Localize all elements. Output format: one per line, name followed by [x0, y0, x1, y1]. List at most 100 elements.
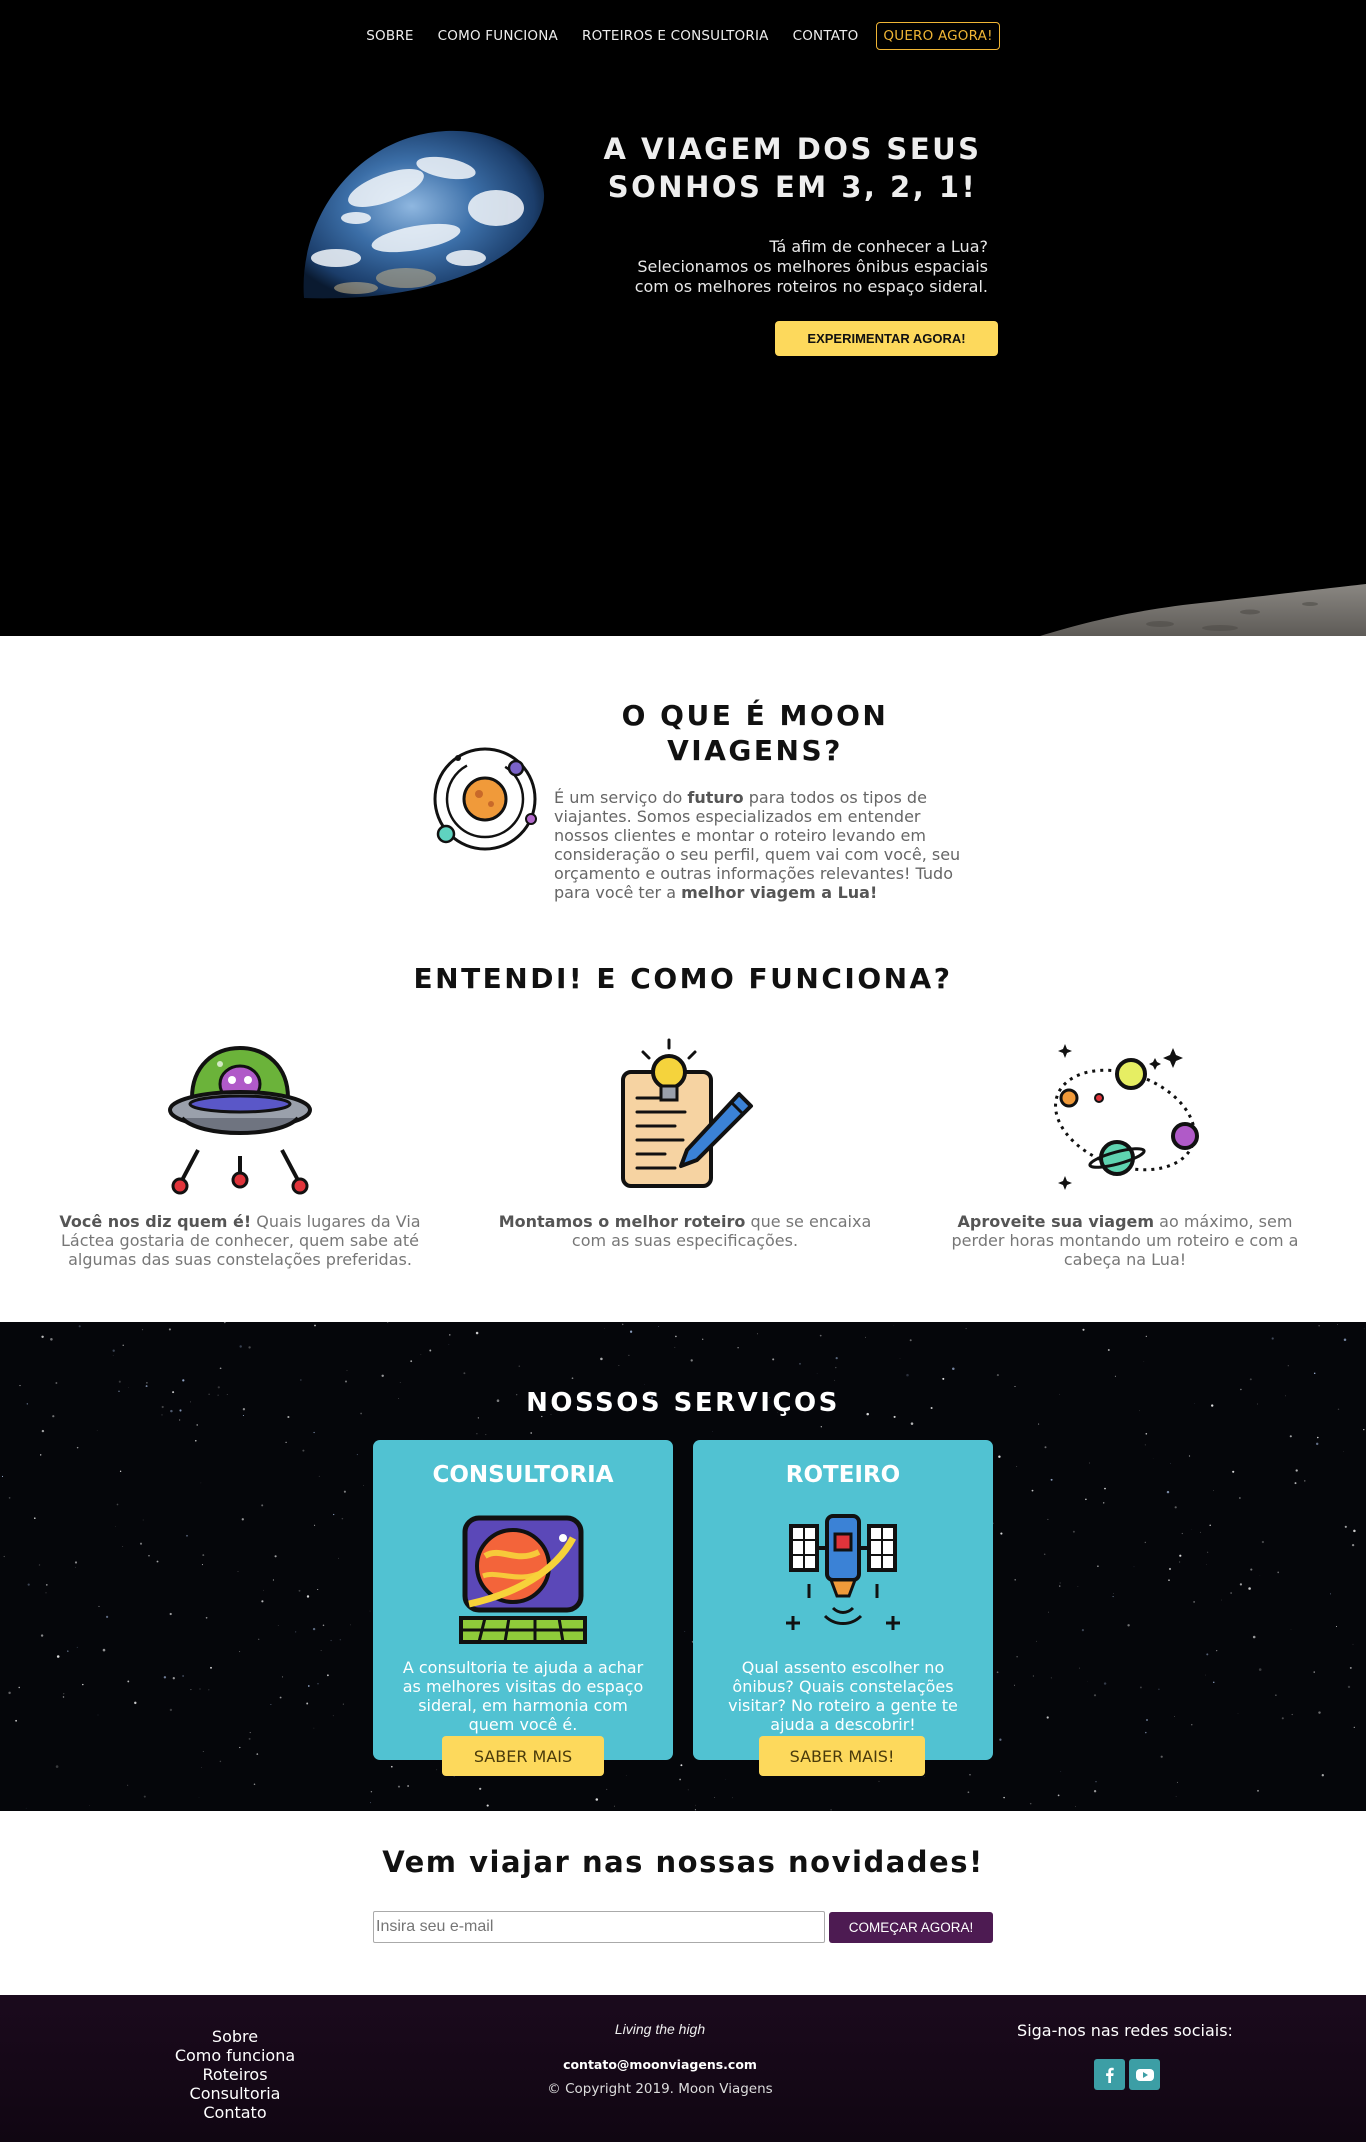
star	[429, 1349, 432, 1352]
ufo-alien-icon	[168, 1045, 312, 1195]
star	[967, 1791, 970, 1794]
step-3-text: Aproveite sua viagem ao máximo, sem perd…	[930, 1212, 1320, 1269]
footer-link-roteiros[interactable]: Roteiros	[135, 2065, 335, 2084]
nav-link-sobre[interactable]: SOBRE	[366, 28, 413, 44]
earth-image	[303, 130, 545, 299]
star	[1294, 1482, 1297, 1485]
star	[1258, 1668, 1262, 1671]
nav-cta-button[interactable]: QUERO AGORA!	[876, 22, 1000, 50]
comecar-agora-button[interactable]: COMEÇAR AGORA!	[829, 1912, 993, 1943]
star	[8, 1691, 11, 1695]
star	[969, 1774, 971, 1776]
star	[1113, 1593, 1114, 1594]
star	[1072, 1530, 1075, 1533]
star	[156, 1560, 159, 1563]
star	[1095, 1781, 1097, 1783]
star	[15, 1719, 17, 1722]
star	[182, 1675, 184, 1677]
star	[341, 1517, 344, 1520]
star	[1158, 1688, 1160, 1691]
card-title: ROTEIRO	[785, 1462, 901, 1488]
about-title-line1: O QUE É MOON	[621, 699, 889, 732]
star	[1097, 1565, 1099, 1568]
star	[239, 1746, 241, 1749]
star	[1085, 1498, 1087, 1501]
star	[1291, 1713, 1293, 1716]
saber-mais-roteiro-button[interactable]: SABER MAIS!	[759, 1736, 925, 1776]
experimentar-button[interactable]: EXPERIMENTAR AGORA!	[775, 321, 998, 356]
planets-orbit-icon	[1054, 1044, 1199, 1190]
star	[50, 1338, 53, 1341]
star	[202, 1554, 205, 1557]
star	[1032, 1675, 1035, 1677]
star	[1031, 1489, 1034, 1492]
star	[687, 1789, 689, 1791]
saber-mais-consultoria-button[interactable]: SABER MAIS	[442, 1736, 604, 1776]
star	[1318, 1325, 1320, 1327]
star	[1257, 1789, 1259, 1792]
facebook-link[interactable]	[1094, 2059, 1125, 2090]
star	[343, 1490, 346, 1493]
star	[239, 1651, 241, 1653]
star	[1093, 1694, 1097, 1697]
star	[621, 1323, 624, 1326]
nav-link-contato[interactable]: CONTATO	[793, 28, 859, 44]
star	[261, 1504, 264, 1507]
footer-link-como-funciona[interactable]: Como funciona	[135, 2046, 335, 2065]
star	[195, 1440, 197, 1442]
newsletter-title: Vem viajar nas nossas novidades!	[382, 1845, 984, 1879]
footer-link-contato[interactable]: Contato	[135, 2103, 335, 2122]
nav-link-como-funciona[interactable]: COMO FUNCIONA	[438, 28, 558, 44]
star	[680, 1764, 683, 1767]
star	[27, 1583, 30, 1586]
star	[55, 1765, 59, 1768]
about-text-bold-melhor-viagem: melhor viagem a Lua!	[681, 883, 878, 902]
star	[1166, 1490, 1170, 1494]
footer-link-sobre[interactable]: Sobre	[135, 2027, 335, 2046]
hero-text-line3: com os melhores roteiros no espaço sider…	[634, 277, 988, 296]
star	[102, 1648, 106, 1652]
star	[606, 1788, 608, 1790]
footer-link-consultoria[interactable]: Consultoria	[135, 2084, 335, 2103]
star	[76, 1646, 78, 1648]
star	[198, 1797, 200, 1798]
email-input[interactable]	[373, 1911, 825, 1943]
star	[190, 1689, 192, 1691]
youtube-link[interactable]	[1129, 2059, 1160, 2090]
star	[1174, 1716, 1175, 1717]
star	[186, 1534, 188, 1537]
star	[1230, 1592, 1232, 1594]
star	[146, 1382, 148, 1384]
star	[272, 1579, 274, 1581]
star	[1193, 1601, 1195, 1603]
star	[168, 1328, 171, 1331]
star	[1047, 1518, 1049, 1520]
star	[142, 1329, 144, 1331]
star	[219, 1760, 222, 1763]
star	[1114, 1375, 1116, 1377]
star	[449, 1334, 451, 1336]
star	[55, 1382, 58, 1384]
star	[714, 1796, 716, 1799]
star	[1318, 1711, 1321, 1714]
star	[1133, 1566, 1135, 1568]
star	[75, 1566, 76, 1568]
star	[387, 1322, 389, 1323]
star	[285, 1441, 287, 1444]
star	[169, 1708, 173, 1712]
star	[249, 1732, 251, 1734]
star	[737, 1346, 739, 1349]
star	[105, 1615, 109, 1619]
star	[201, 1564, 203, 1566]
star	[407, 1785, 409, 1787]
star	[127, 1680, 130, 1683]
star	[835, 1357, 838, 1360]
hero-section: SOBRE COMO FUNCIONA ROTEIROS E CONSULTOR…	[0, 0, 1366, 636]
nav-link-roteiros[interactable]: ROTEIROS E CONSULTORIA	[582, 28, 769, 44]
star	[208, 1689, 210, 1691]
star	[1343, 1338, 1347, 1341]
footer-email[interactable]: contato@moonviagens.com	[500, 2057, 820, 2072]
star	[74, 1561, 78, 1564]
star	[1060, 1771, 1062, 1772]
star	[397, 1785, 401, 1788]
